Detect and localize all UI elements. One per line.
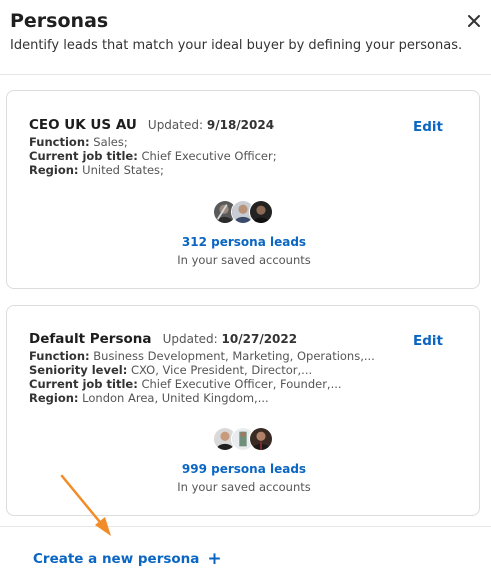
persona-name: Default Persona bbox=[29, 331, 152, 347]
persona-updated-date: 10/27/2022 bbox=[221, 332, 298, 346]
persona-criteria: Function: Business Development, Marketin… bbox=[29, 349, 375, 405]
panel-header: Personas Identify leads that match your … bbox=[0, 0, 491, 75]
persona-card: Default Persona Updated: 10/27/2022 Edit… bbox=[6, 305, 480, 516]
criteria-row: Region: United States; bbox=[29, 163, 164, 177]
persona-criteria: Function: Sales; Current job title: Chie… bbox=[29, 135, 277, 177]
criteria-row: Current job title: Chief Executive Offic… bbox=[29, 377, 342, 391]
close-icon[interactable] bbox=[466, 13, 482, 29]
criteria-row: Region: London Area, United Kingdom,... bbox=[29, 391, 269, 405]
avatar bbox=[249, 427, 273, 451]
criteria-row: Current job title: Chief Executive Offic… bbox=[29, 149, 277, 163]
persona-leads-link[interactable]: 312 persona leads bbox=[7, 235, 481, 249]
persona-header: Default Persona Updated: 10/27/2022 bbox=[29, 328, 297, 347]
persona-updated: Updated: 10/27/2022 bbox=[162, 332, 298, 346]
persona-updated-date: 9/18/2024 bbox=[206, 118, 275, 132]
lead-avatars bbox=[213, 427, 275, 451]
persona-card: CEO UK US AU Updated: 9/18/2024 Edit Fun… bbox=[6, 90, 480, 289]
page-subtitle: Identify leads that match your ideal buy… bbox=[10, 38, 463, 53]
criteria-row: Seniority level: CXO, Vice President, Di… bbox=[29, 363, 313, 377]
edit-persona-button[interactable]: Edit bbox=[413, 333, 443, 349]
plus-icon: + bbox=[207, 549, 222, 569]
persona-header: CEO UK US AU Updated: 9/18/2024 bbox=[29, 114, 274, 133]
avatar bbox=[249, 200, 273, 224]
persona-name: CEO UK US AU bbox=[29, 117, 137, 133]
edit-persona-button[interactable]: Edit bbox=[413, 119, 443, 135]
persona-leads-caption: In your saved accounts bbox=[177, 480, 311, 494]
panel-footer: Create a new persona + bbox=[0, 526, 491, 582]
create-persona-button[interactable]: Create a new persona + bbox=[33, 549, 222, 569]
criteria-row: Function: Business Development, Marketin… bbox=[29, 349, 375, 363]
persona-leads-link[interactable]: 999 persona leads bbox=[7, 462, 481, 476]
criteria-row: Function: Sales; bbox=[29, 135, 128, 149]
persona-updated: Updated: 9/18/2024 bbox=[147, 118, 275, 132]
page-title: Personas bbox=[10, 10, 109, 32]
lead-avatars bbox=[213, 200, 275, 224]
create-persona-label: Create a new persona bbox=[33, 551, 200, 567]
persona-leads-caption: In your saved accounts bbox=[177, 253, 311, 267]
